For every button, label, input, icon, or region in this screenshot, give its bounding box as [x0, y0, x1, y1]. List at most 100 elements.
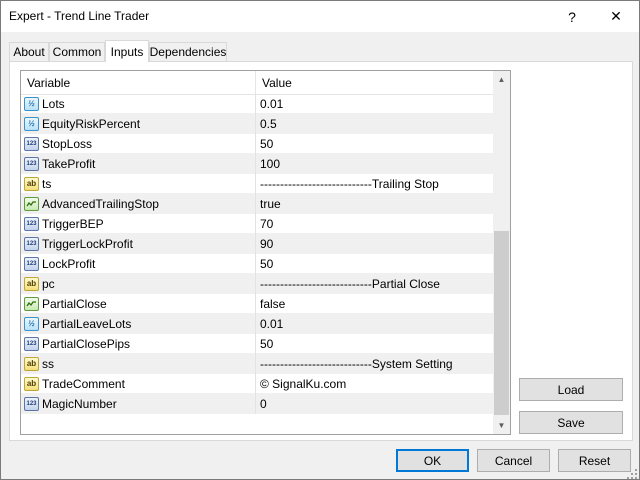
variable-name: ss — [42, 357, 54, 371]
resize-grip-icon[interactable] — [626, 468, 638, 480]
variable-name: AdvancedTrailingStop — [42, 197, 159, 211]
title-bar: Expert - Trend Line Trader ? ✕ — [1, 1, 639, 32]
integer-type-icon: 123 — [24, 397, 39, 411]
value-cell[interactable]: © SignalKu.com — [256, 374, 493, 394]
table-row[interactable]: ½ EquityRiskPercent 0.5 — [21, 114, 493, 134]
value-cell[interactable]: true — [256, 194, 493, 214]
variable-cell: 123 StopLoss — [21, 134, 256, 154]
boolean-type-icon — [24, 297, 39, 311]
variable-name: PartialClosePips — [42, 337, 131, 351]
variable-cell: AdvancedTrailingStop — [21, 194, 256, 214]
variable-name: StopLoss — [42, 137, 93, 151]
variable-cell: 123 TriggerLockProfit — [21, 234, 256, 254]
scroll-up-arrow[interactable]: ▲ — [493, 71, 510, 88]
table-row[interactable]: 123 StopLoss 50 — [21, 134, 493, 154]
variable-cell: ab pc — [21, 274, 256, 294]
table-row[interactable]: ab pc ----------------------------Partial … — [21, 274, 493, 294]
boolean-type-icon — [24, 197, 39, 211]
grid-header: Variable Value — [21, 71, 493, 95]
variable-cell: ab TradeComment — [21, 374, 256, 394]
variable-name: MagicNumber — [42, 397, 117, 411]
variable-name: TradeComment — [42, 377, 125, 391]
table-row[interactable]: AdvancedTrailingStop true — [21, 194, 493, 214]
variable-name: PartialLeaveLots — [42, 317, 132, 331]
integer-type-icon: 123 — [24, 157, 39, 171]
table-row[interactable]: 123 TakeProfit 100 — [21, 154, 493, 174]
variable-name: LockProfit — [42, 257, 96, 271]
string-type-icon: ab — [24, 357, 39, 371]
help-button[interactable]: ? — [549, 1, 595, 32]
table-row[interactable]: ½ PartialLeaveLots 0.01 — [21, 314, 493, 334]
variable-cell: 123 LockProfit — [21, 254, 256, 274]
variable-cell: PartialClose — [21, 294, 256, 314]
variable-cell: 123 TriggerBEP — [21, 214, 256, 234]
variable-name: TakeProfit — [42, 157, 96, 171]
column-header-variable[interactable]: Variable — [21, 71, 256, 95]
variable-cell: 123 TakeProfit — [21, 154, 256, 174]
string-type-icon: ab — [24, 277, 39, 291]
table-row[interactable]: ½ Lots 0.01 — [21, 94, 493, 114]
variable-name: Lots — [42, 97, 65, 111]
vertical-scrollbar[interactable]: ▲ ▼ — [493, 71, 510, 434]
double-type-icon: ½ — [24, 317, 39, 331]
dialog-window: Expert - Trend Line Trader ? ✕ About Com… — [0, 0, 640, 480]
scroll-thumb[interactable] — [494, 231, 509, 415]
table-row[interactable]: ab TradeComment © SignalKu.com — [21, 374, 493, 394]
integer-type-icon: 123 — [24, 237, 39, 251]
double-type-icon: ½ — [24, 117, 39, 131]
value-cell[interactable]: 50 — [256, 334, 493, 354]
load-button[interactable]: Load — [519, 378, 623, 401]
value-cell[interactable]: 0 — [256, 394, 493, 414]
string-type-icon: ab — [24, 377, 39, 391]
variable-name: pc — [42, 277, 55, 291]
integer-type-icon: 123 — [24, 257, 39, 271]
variable-cell: ½ PartialLeaveLots — [21, 314, 256, 334]
integer-type-icon: 123 — [24, 337, 39, 351]
value-cell[interactable]: 70 — [256, 214, 493, 234]
variable-name: TriggerBEP — [42, 217, 104, 231]
reset-button[interactable]: Reset — [558, 449, 631, 472]
table-row[interactable]: ab ts ----------------------------Trailing… — [21, 174, 493, 194]
value-cell[interactable]: 50 — [256, 134, 493, 154]
variable-cell: ½ EquityRiskPercent — [21, 114, 256, 134]
value-cell[interactable]: 0.01 — [256, 94, 493, 114]
scroll-down-arrow[interactable]: ▼ — [493, 417, 510, 434]
tab-common[interactable]: Common — [49, 42, 105, 61]
value-cell[interactable]: 90 — [256, 234, 493, 254]
value-cell[interactable]: ----------------------------Partial Clos… — [256, 274, 493, 294]
close-button[interactable]: ✕ — [593, 1, 639, 32]
table-row[interactable]: 123 MagicNumber 0 — [21, 394, 493, 414]
table-row[interactable]: 123 TriggerLockProfit 90 — [21, 234, 493, 254]
value-cell[interactable]: ----------------------------Trailing Sto… — [256, 174, 493, 194]
table-row[interactable]: PartialClose false — [21, 294, 493, 314]
integer-type-icon: 123 — [24, 137, 39, 151]
variable-cell: 123 MagicNumber — [21, 394, 256, 414]
value-cell[interactable]: 0.5 — [256, 114, 493, 134]
table-row[interactable]: 123 TriggerBEP 70 — [21, 214, 493, 234]
table-row[interactable]: 123 PartialClosePips 50 — [21, 334, 493, 354]
table-row[interactable]: ab ss ----------------------------System S… — [21, 354, 493, 374]
cancel-button[interactable]: Cancel — [477, 449, 550, 472]
value-cell[interactable]: ----------------------------System Setti… — [256, 354, 493, 374]
value-cell[interactable]: 100 — [256, 154, 493, 174]
variable-name: TriggerLockProfit — [42, 237, 133, 251]
variable-cell: 123 PartialClosePips — [21, 334, 256, 354]
ok-button[interactable]: OK — [396, 449, 469, 472]
save-button[interactable]: Save — [519, 411, 623, 434]
grid-rows: ½ Lots 0.01 ½ EquityRiskPercent 0.5 123 StopLos… — [21, 94, 493, 414]
variable-name: EquityRiskPercent — [42, 117, 141, 131]
variable-cell: ½ Lots — [21, 94, 256, 114]
value-cell[interactable]: 50 — [256, 254, 493, 274]
tab-inputs[interactable]: Inputs — [105, 40, 149, 62]
value-cell[interactable]: 0.01 — [256, 314, 493, 334]
string-type-icon: ab — [24, 177, 39, 191]
inputs-grid: Variable Value ½ Lots 0.01 ½ EquityRiskPerce… — [20, 70, 511, 435]
tab-dependencies[interactable]: Dependencies — [149, 42, 227, 61]
tab-about[interactable]: About — [9, 42, 49, 61]
column-header-value[interactable]: Value — [256, 71, 493, 95]
integer-type-icon: 123 — [24, 217, 39, 231]
value-cell[interactable]: false — [256, 294, 493, 314]
variable-cell: ab ss — [21, 354, 256, 374]
table-row[interactable]: 123 LockProfit 50 — [21, 254, 493, 274]
window-title: Expert - Trend Line Trader — [9, 9, 150, 23]
